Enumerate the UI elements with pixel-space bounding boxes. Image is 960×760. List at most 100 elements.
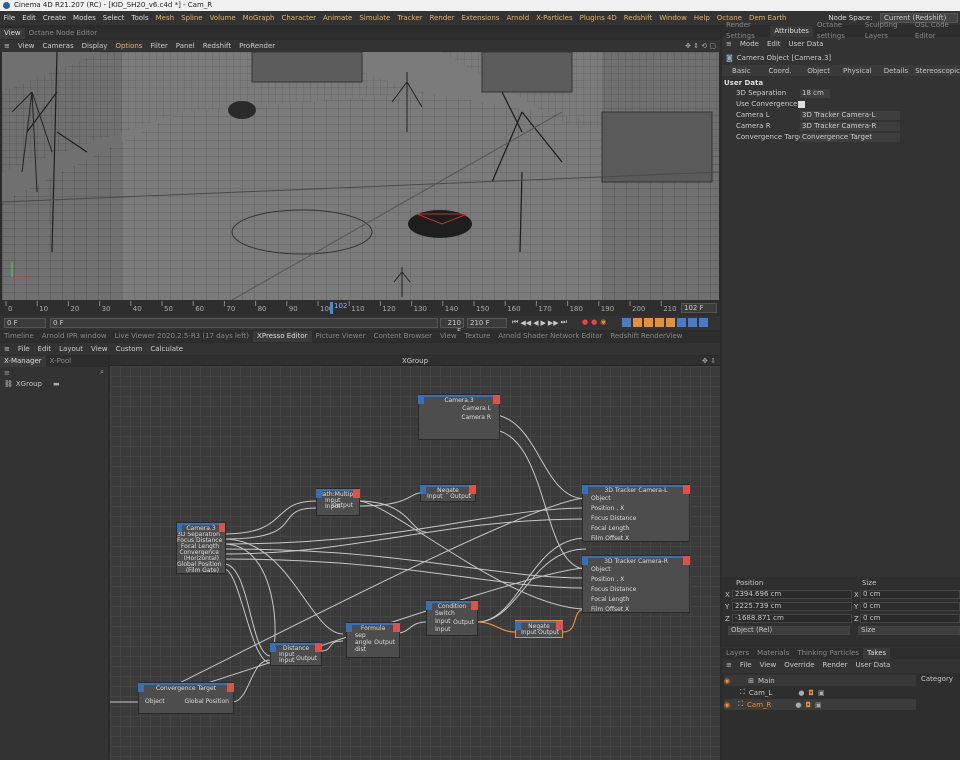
use-convergence-checkbox[interactable] xyxy=(798,101,805,108)
prev-key-icon[interactable]: ◀◀ xyxy=(520,319,531,327)
port-object[interactable]: Object xyxy=(145,698,165,705)
viewport-menu-redshift[interactable]: Redshift xyxy=(199,40,235,52)
take-render-icon[interactable]: ▣ xyxy=(818,689,825,697)
subtab-object[interactable]: Object xyxy=(799,67,838,75)
tab-arnold-ipr[interactable]: Arnold IPR window xyxy=(38,331,111,342)
take-row-main[interactable]: ◉ ⊞ Main xyxy=(724,675,916,686)
viewport-menu-prorender[interactable]: ProRender xyxy=(235,40,279,52)
keyframe-icon[interactable]: ◉ xyxy=(600,318,606,326)
field-value-link[interactable]: 3D Tracker Camera-L xyxy=(800,111,900,120)
tab-view-lower[interactable]: View xyxy=(436,331,461,342)
menu-extensions[interactable]: Extensions xyxy=(458,11,503,25)
port-dist[interactable]: dist xyxy=(347,646,399,653)
port-focus-distance[interactable]: Focus Distance xyxy=(583,585,689,595)
menu-edit[interactable]: Edit xyxy=(19,11,40,25)
tab-timeline[interactable]: Timeline xyxy=(0,331,38,342)
xp-menu-calculate[interactable]: Calculate xyxy=(146,343,187,355)
take-render-icon[interactable]: ▣ xyxy=(815,701,822,709)
3d-viewport[interactable] xyxy=(2,52,719,300)
size-y-input[interactable]: 0 cm xyxy=(860,602,960,611)
tab-picture-viewer[interactable]: Picture Viewer xyxy=(312,331,370,342)
menu-create[interactable]: Create xyxy=(39,11,69,25)
port-switch[interactable]: Switch xyxy=(427,610,477,618)
take-active-icon[interactable]: ◉ xyxy=(724,677,730,685)
menu-character[interactable]: Character xyxy=(278,11,320,25)
tab-materials[interactable]: Materials xyxy=(753,648,793,659)
port-focus-distance[interactable]: Focus Distance xyxy=(583,514,689,524)
node-formula[interactable]: Formula sep angle dist Output xyxy=(346,622,400,658)
xpresso-editor[interactable]: XGroup ✥ ⇩ Camera.3 Camera L Camera R Ma… xyxy=(110,356,720,760)
port-focal-length[interactable]: Focal Length xyxy=(583,595,689,605)
go-end-icon[interactable]: ⏭ xyxy=(561,318,567,327)
takes-menu-file[interactable]: File xyxy=(736,659,756,671)
subtab-basic[interactable]: Basic xyxy=(722,67,761,75)
hamburger-icon[interactable]: ≡ xyxy=(4,369,10,377)
tab-thinking-particles[interactable]: Thinking Particles xyxy=(793,648,863,659)
pos-y-input[interactable]: 2225.739 cm xyxy=(732,602,852,611)
takes-menu-user-data[interactable]: User Data xyxy=(851,659,894,671)
rotate-key-icon[interactable] xyxy=(644,318,653,327)
viewport-menu-display[interactable]: Display xyxy=(78,40,112,52)
take-dot-icon[interactable]: ● xyxy=(798,689,804,697)
node-tracker-camera-r[interactable]: 3D Tracker Camera-R Object Position . X … xyxy=(582,555,690,613)
node-math-multiply[interactable]: Math:Multiply Input Input Output xyxy=(316,488,360,516)
pos-x-input[interactable]: 2394.696 cm xyxy=(732,590,852,599)
tab-content-browser[interactable]: Content Browser xyxy=(370,331,436,342)
pla-key-icon[interactable] xyxy=(666,318,675,327)
xp-menu-file[interactable]: File xyxy=(14,343,34,355)
port-output[interactable]: Output xyxy=(332,502,353,509)
take-dot-icon[interactable]: ● xyxy=(795,701,801,709)
param-key-icon[interactable] xyxy=(655,318,664,327)
pos-z-input[interactable]: -1688.871 cm xyxy=(732,614,852,623)
viewport-menu-filter[interactable]: Filter xyxy=(146,40,171,52)
next-frame-icon[interactable]: ▶▶ xyxy=(548,319,559,327)
prev-frame-icon[interactable]: ◀ xyxy=(533,319,538,327)
hamburger-icon[interactable]: ≡ xyxy=(722,38,736,50)
tab-x-manager[interactable]: X-Manager xyxy=(0,356,46,367)
tab-arnold-shader-editor[interactable]: Arnold Shader Network Editor xyxy=(494,331,606,342)
coord-mode-dropdown[interactable]: Object (Rel) xyxy=(728,626,850,635)
menu-arnold[interactable]: Arnold xyxy=(503,11,533,25)
take-camera-icon[interactable]: ◘ xyxy=(806,701,812,709)
port-output[interactable]: Output xyxy=(296,655,317,662)
node-camera3[interactable]: Camera.3 3D Separation Focus Distance Fo… xyxy=(176,522,226,574)
take-check-icon[interactable]: ⛶ xyxy=(738,700,743,709)
port-object[interactable]: Object xyxy=(583,565,689,575)
tab-xpresso-editor[interactable]: XPresso Editor xyxy=(253,331,312,342)
autokey-icon[interactable]: ● xyxy=(591,318,597,326)
menu-volume[interactable]: Volume xyxy=(206,11,239,25)
scale-key-icon[interactable] xyxy=(633,318,642,327)
port-global-position[interactable]: Global Position xyxy=(185,698,229,705)
takes-menu-view[interactable]: View xyxy=(756,659,781,671)
tab-attributes[interactable]: Attributes xyxy=(770,25,813,37)
preview-start-field[interactable]: 0 F xyxy=(50,318,438,328)
size-mode-dropdown[interactable]: Size xyxy=(858,626,960,635)
node-convergence-target[interactable]: Convergence Target Object Global Positio… xyxy=(138,682,234,714)
take-camera-icon[interactable]: ◘ xyxy=(808,689,814,697)
menu-redshift[interactable]: Redshift xyxy=(620,11,655,25)
preview-end-field[interactable]: 210 F xyxy=(440,318,464,335)
port-output[interactable]: Output xyxy=(374,639,395,646)
tab-layers[interactable]: Layers xyxy=(722,648,753,659)
port-film-gate[interactable]: (Film Gate) xyxy=(177,568,225,574)
hamburger-icon[interactable]: ≡ xyxy=(722,659,736,671)
menu-plugins-4d[interactable]: Plugins 4D xyxy=(576,11,620,25)
port-input-2[interactable]: Input xyxy=(427,626,477,634)
move-key-icon[interactable] xyxy=(622,318,631,327)
size-z-input[interactable]: 0 cm xyxy=(860,614,960,623)
subtab-physical[interactable]: Physical xyxy=(838,67,877,75)
menu-tracker[interactable]: Tracker xyxy=(394,11,426,25)
menu-select[interactable]: Select xyxy=(99,11,128,25)
play-icon[interactable]: ▶ xyxy=(540,319,545,327)
menu-file[interactable]: File xyxy=(0,11,19,25)
attr-menu-mode[interactable]: Mode xyxy=(736,38,763,50)
tab-texture[interactable]: Texture xyxy=(461,331,495,342)
tab-takes[interactable]: Takes xyxy=(862,648,891,659)
node-tracker-camera-l[interactable]: 3D Tracker Camera-L Object Position . X … xyxy=(582,484,690,542)
menu-help[interactable]: Help xyxy=(690,11,713,25)
go-start-icon[interactable]: ⏮ xyxy=(512,318,518,327)
port-film-offset-x[interactable]: Film Offset X xyxy=(583,605,689,615)
node-distance[interactable]: Distance Input Input Output xyxy=(270,642,322,666)
subtab-stereoscopic[interactable]: Stereoscopic xyxy=(915,67,960,75)
take-row-cam-r[interactable]: ◉ ⛶ Cam_R ● ◘ ▣ xyxy=(724,699,916,710)
